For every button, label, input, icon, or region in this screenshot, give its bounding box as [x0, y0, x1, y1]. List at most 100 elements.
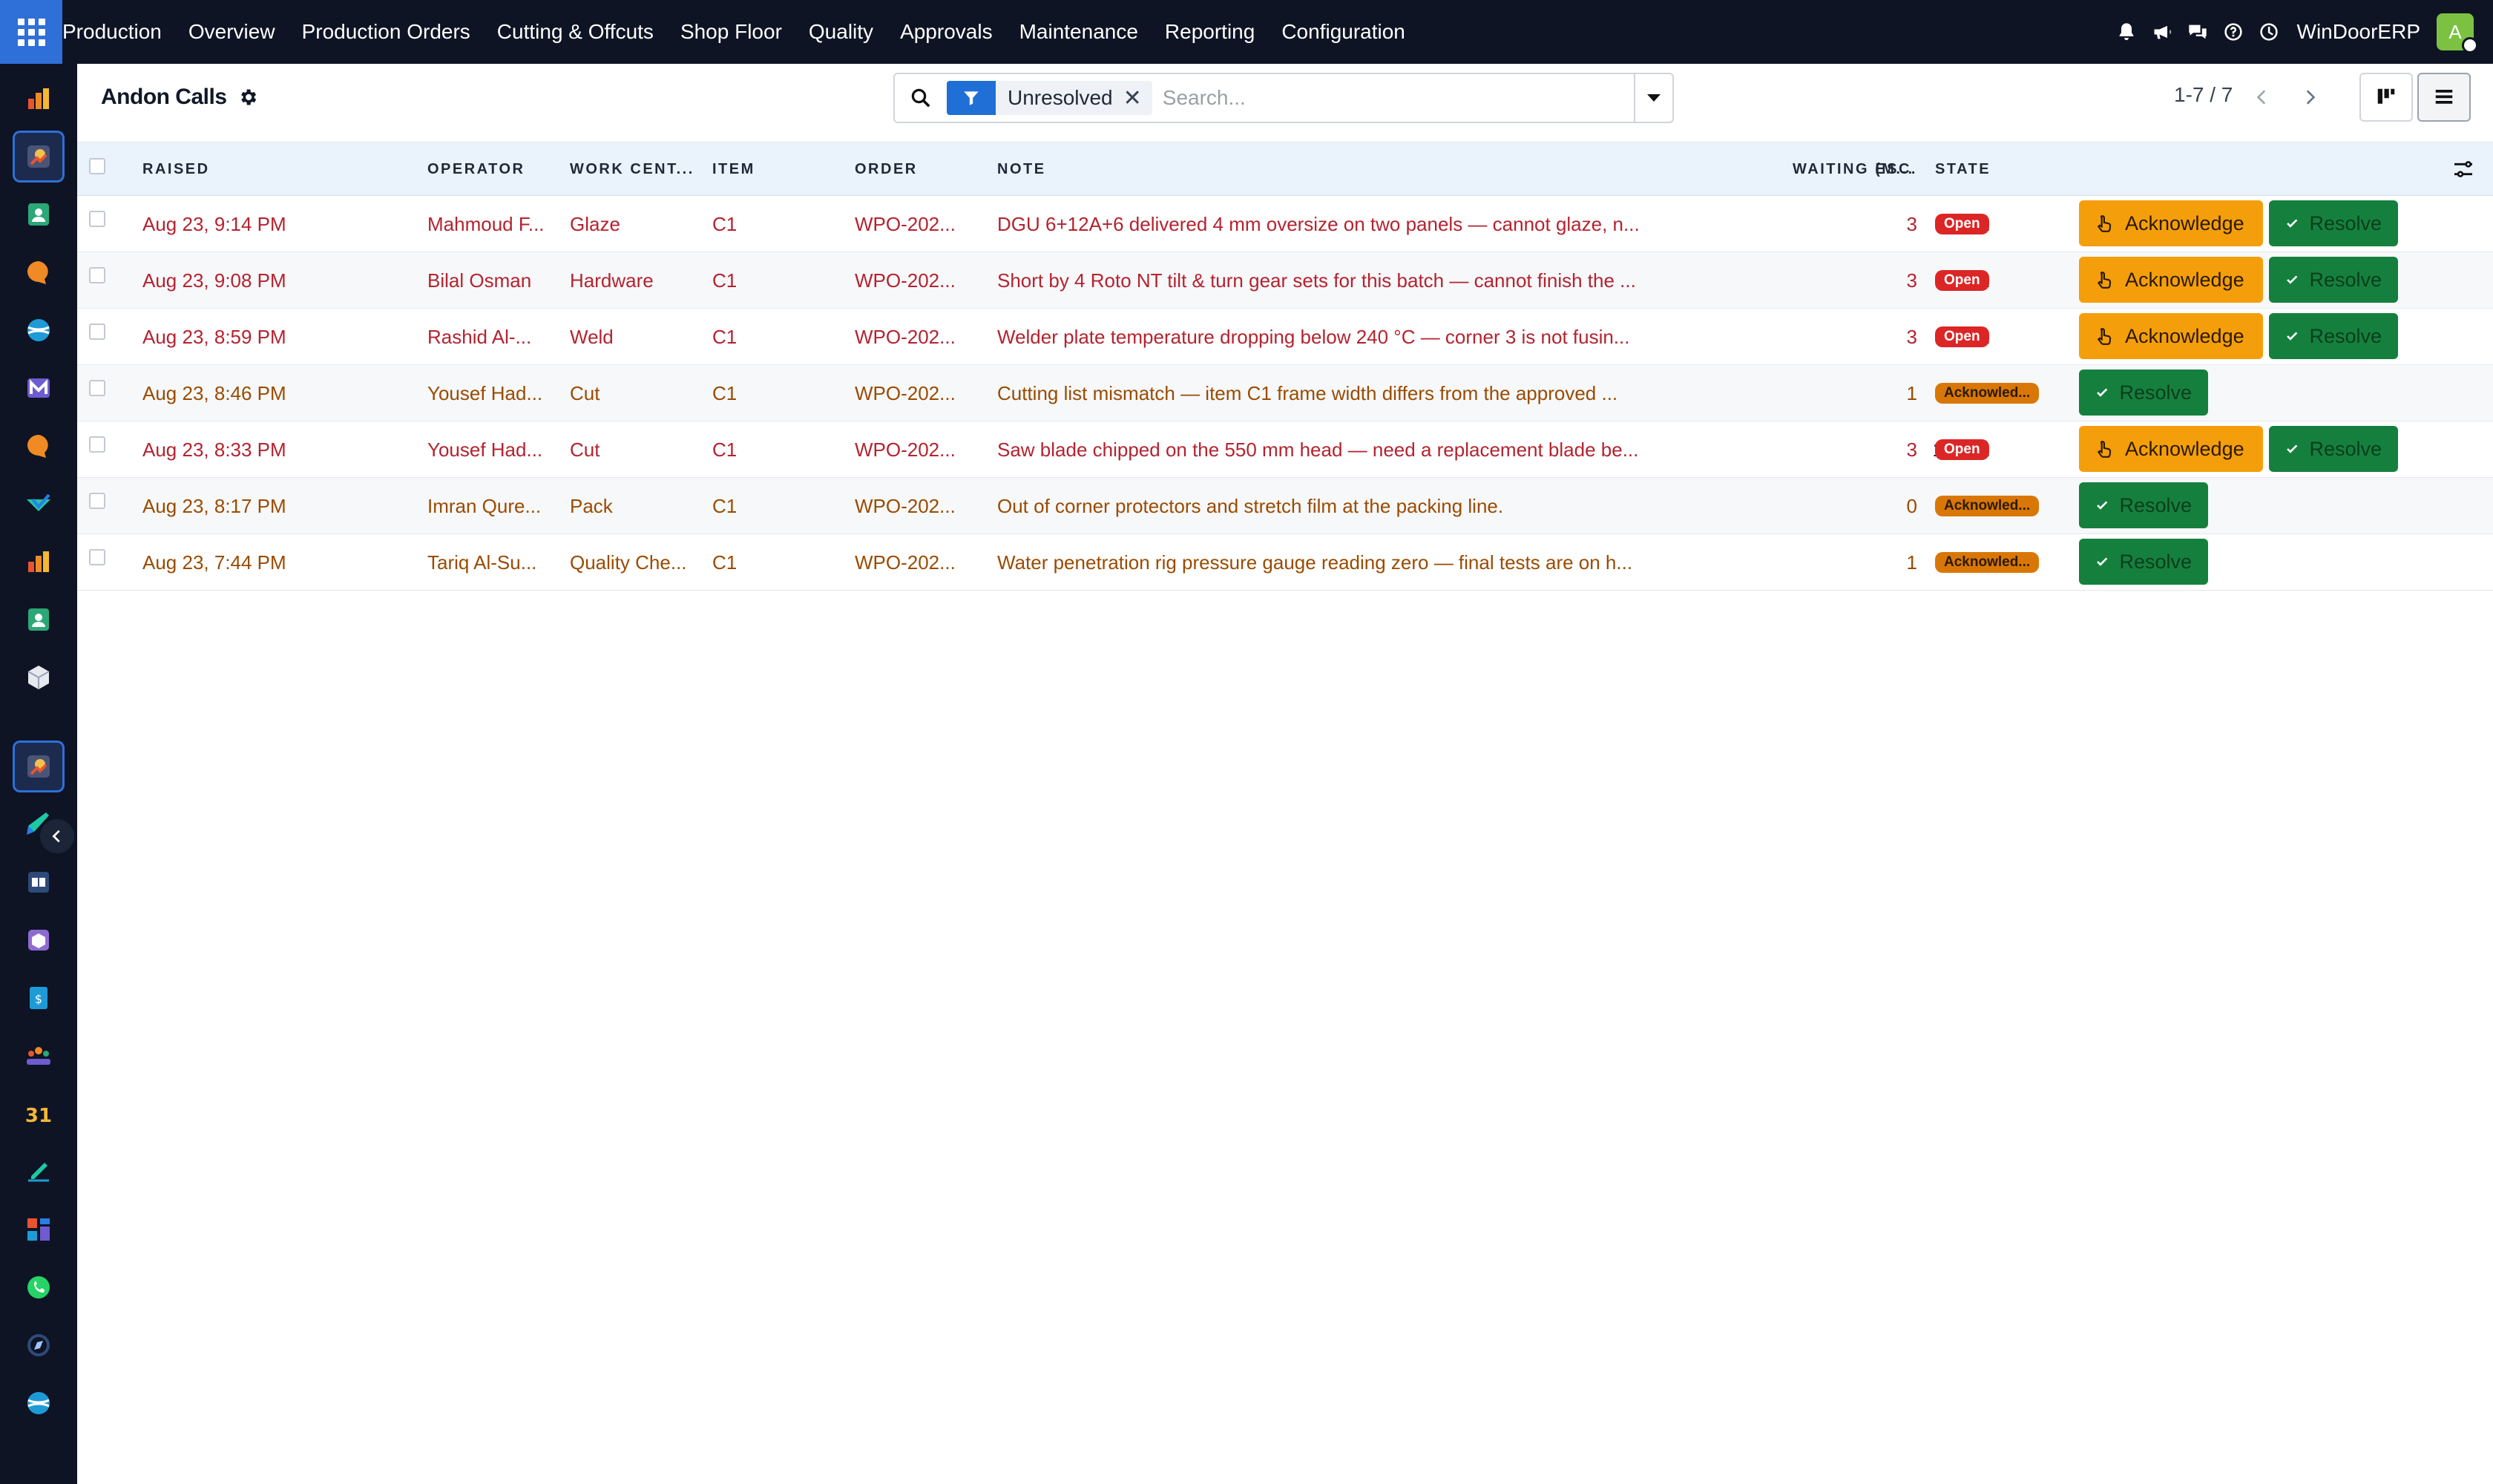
resolve-button[interactable]: Resolve	[2269, 200, 2398, 246]
resolve-button[interactable]: Resolve	[2079, 482, 2208, 528]
pager-previous-button[interactable]	[2239, 74, 2285, 120]
chat-bubble-app-icon[interactable]	[13, 246, 65, 298]
table-row[interactable]: Aug 23, 8:33 PM Yousef Had... Cut C1 WPO-202…	[77, 421, 2493, 478]
acknowledge-button[interactable]: Acknowledge	[2079, 257, 2263, 303]
table-row[interactable]: Aug 23, 9:08 PM Bilal Osman Hardware C1 WPO-…	[77, 252, 2493, 309]
chat-icon[interactable]	[2180, 10, 2216, 54]
select-all-checkbox[interactable]	[89, 158, 105, 174]
table-row[interactable]: Aug 23, 9:14 PM Mahmoud F... Glaze C1 WPO-20…	[77, 196, 2493, 252]
acknowledge-button[interactable]: Acknowledge	[2079, 426, 2263, 472]
search-options-toggle[interactable]	[1634, 74, 1672, 122]
acknowledge-button[interactable]: Acknowledge	[2079, 200, 2263, 246]
kanban-view-button[interactable]	[2359, 73, 2413, 122]
invoice-app-icon[interactable]: $	[13, 972, 65, 1024]
top-navbar: Production Overview Production Orders Cu…	[0, 0, 2493, 64]
column-header-note[interactable]: NOTE	[997, 142, 1383, 196]
menu-reporting[interactable]: Reporting	[1152, 0, 1268, 64]
team-app-icon[interactable]	[13, 1030, 65, 1082]
column-header-order[interactable]: ORDER	[855, 142, 987, 196]
dashboard-app-icon[interactable]	[13, 1204, 65, 1255]
row-checkbox[interactable]	[89, 493, 105, 509]
globe-app-icon[interactable]	[13, 1377, 65, 1429]
resolve-button[interactable]: Resolve	[2079, 370, 2208, 416]
list-view-button[interactable]	[2417, 73, 2471, 122]
cell-work-center: Weld	[570, 325, 614, 348]
row-checkbox[interactable]	[89, 324, 105, 340]
cell-order: WPO-202...	[855, 325, 956, 348]
resolve-button[interactable]: Resolve	[2269, 426, 2398, 472]
table-row[interactable]: Aug 23, 8:17 PM Imran Qure... Pack C1 WPO-20…	[77, 478, 2493, 534]
globe-app-icon[interactable]	[13, 304, 65, 356]
row-checkbox[interactable]	[89, 380, 105, 396]
menu-brand-production[interactable]: Production	[62, 0, 175, 64]
table-row[interactable]: Aug 23, 7:44 PM Tariq Al-Su... Quality Che…	[77, 534, 2493, 591]
pager-value[interactable]: 1-7 / 7	[2174, 83, 2233, 107]
megaphone-icon[interactable]	[2144, 10, 2180, 54]
app-switcher-button[interactable]	[0, 0, 62, 64]
column-header-item[interactable]: ITEM	[712, 142, 844, 196]
cell-note: DGU 6+12A+6 delivered 4 mm oversize on t…	[997, 212, 1640, 235]
state-badge: Open	[1935, 214, 1989, 234]
row-checkbox[interactable]	[89, 549, 105, 565]
control-panel: Andon Calls Unresolved ✕ 1-7 / 7	[77, 64, 2493, 142]
cell-work-center: Cut	[570, 438, 600, 461]
cell-order: WPO-202...	[855, 494, 956, 517]
menu-maintenance[interactable]: Maintenance	[1006, 0, 1152, 64]
column-header-state[interactable]: STATE	[1935, 142, 2069, 196]
acknowledge-label: Acknowledge	[2125, 211, 2244, 234]
column-header-raised[interactable]: RAISED	[142, 142, 417, 196]
column-header-waiting[interactable]: WAITING (M...	[1793, 142, 1926, 196]
gear-icon[interactable]	[237, 87, 258, 108]
column-header-operator[interactable]: OPERATOR	[427, 142, 559, 196]
cell-work-center: Quality Che...	[570, 551, 687, 574]
acknowledge-button[interactable]: Acknowledge	[2079, 313, 2263, 359]
cell-state: Open	[1935, 252, 2083, 309]
search-icon[interactable]	[895, 74, 947, 122]
remove-facet-button[interactable]: ✕	[1123, 85, 1152, 111]
help-icon[interactable]	[2216, 10, 2251, 54]
resolve-button[interactable]: Resolve	[2269, 257, 2398, 303]
row-checkbox[interactable]	[89, 211, 105, 227]
clock-icon[interactable]	[2251, 10, 2287, 54]
search-input[interactable]	[1152, 76, 1634, 120]
menu-approvals[interactable]: Approvals	[887, 0, 1006, 64]
box-app-icon[interactable]	[13, 914, 65, 966]
pager-next-button[interactable]	[2287, 74, 2333, 120]
whatsapp-app-icon[interactable]	[13, 1261, 65, 1313]
row-checkbox[interactable]	[89, 267, 105, 283]
cube-app-icon[interactable]	[13, 651, 65, 703]
menu-configuration[interactable]: Configuration	[1268, 0, 1419, 64]
mail-app-icon[interactable]	[13, 362, 65, 414]
menu-shop-floor[interactable]: Shop Floor	[667, 0, 795, 64]
sign-app-icon[interactable]	[13, 1146, 65, 1198]
menu-overview[interactable]: Overview	[175, 0, 289, 64]
checkmark-app-icon[interactable]	[13, 478, 65, 530]
andon-app-icon[interactable]	[13, 741, 65, 792]
resolve-button[interactable]: Resolve	[2269, 313, 2398, 359]
table-row[interactable]: Aug 23, 8:59 PM Rashid Al-... Weld C1 WPO-20…	[77, 309, 2493, 365]
optional-columns-icon[interactable]	[2451, 157, 2475, 181]
menu-quality[interactable]: Quality	[795, 0, 887, 64]
user-avatar[interactable]: A	[2437, 13, 2478, 53]
contacts-app-icon[interactable]	[13, 188, 65, 240]
row-checkbox[interactable]	[89, 436, 105, 453]
company-name[interactable]: WinDoorERP	[2297, 20, 2420, 44]
cell-item: C1	[712, 325, 738, 348]
andon-app-icon[interactable]	[13, 131, 65, 183]
contacts-app-icon[interactable]	[13, 594, 65, 646]
chat-bubble-app-icon[interactable]	[13, 420, 65, 472]
menu-cutting-offcuts[interactable]: Cutting & Offcuts	[484, 0, 667, 64]
table-row[interactable]: Aug 23, 8:46 PM Yousef Had... Cut C1 WPO-202…	[77, 365, 2493, 421]
calendar-app-icon[interactable]: 31	[13, 1088, 65, 1140]
list-icon	[2435, 90, 2453, 104]
menu-production-orders[interactable]: Production Orders	[289, 0, 484, 64]
column-header-work-center[interactable]: WORK CENT...	[570, 142, 702, 196]
sidebar-collapse-button[interactable]	[40, 819, 74, 853]
book-app-icon[interactable]	[13, 856, 65, 908]
resolve-button[interactable]: Resolve	[2079, 539, 2208, 585]
bar-chart-app-icon[interactable]	[13, 73, 65, 125]
bar-chart-app-icon[interactable]	[13, 536, 65, 588]
bell-icon[interactable]	[2109, 10, 2144, 54]
cell-order: WPO-202...	[855, 438, 956, 461]
compass-app-icon[interactable]	[13, 1319, 65, 1371]
